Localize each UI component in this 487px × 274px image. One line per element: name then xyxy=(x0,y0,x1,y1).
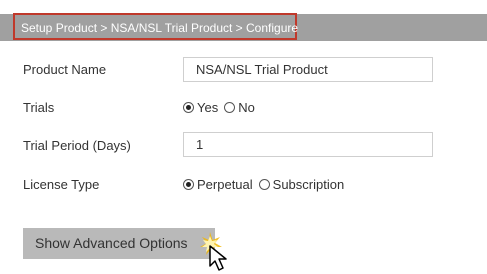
trials-no-label: No xyxy=(238,100,255,115)
trials-label: Trials xyxy=(23,100,55,115)
product-name-label: Product Name xyxy=(23,62,107,77)
trials-yes-radio[interactable] xyxy=(183,102,194,113)
breadcrumb: Setup Product > NSA/NSL Trial Product > … xyxy=(13,13,298,40)
trial-period-input[interactable]: 1 xyxy=(183,132,433,157)
product-name-input[interactable]: NSA/NSL Trial Product xyxy=(183,57,433,82)
license-subscription-option[interactable]: Subscription xyxy=(258,177,345,192)
license-subscription-label: Subscription xyxy=(272,177,345,192)
license-type-radio-group: Perpetual Subscription xyxy=(183,177,350,192)
license-subscription-radio[interactable] xyxy=(258,179,270,190)
license-perpetual-label: Perpetual xyxy=(197,177,253,192)
license-perpetual-option[interactable]: Perpetual xyxy=(183,177,253,192)
trials-radio-group: Yes No xyxy=(183,100,261,115)
mouse-pointer-icon xyxy=(200,232,227,271)
license-perpetual-radio[interactable] xyxy=(183,179,194,190)
license-type-label: License Type xyxy=(23,177,100,192)
trials-yes-option[interactable]: Yes xyxy=(183,100,218,115)
trials-no-radio[interactable] xyxy=(224,102,236,113)
trial-period-label: Trial Period (Days) xyxy=(23,138,131,153)
trials-no-option[interactable]: No xyxy=(224,100,255,115)
trials-yes-label: Yes xyxy=(197,100,219,115)
show-advanced-options-button[interactable]: Show Advanced Options xyxy=(23,228,215,259)
